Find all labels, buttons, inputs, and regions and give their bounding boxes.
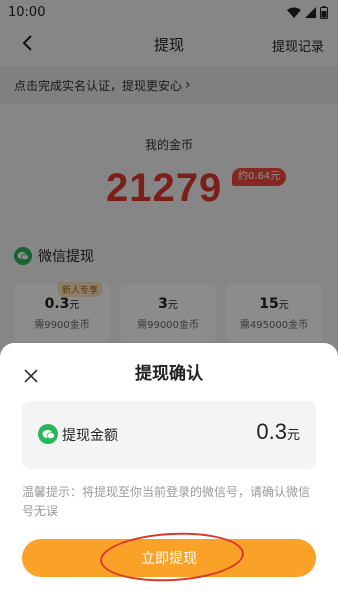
withdraw-amount-box: 提现金额 0.3元 (22, 401, 316, 469)
amount-unit: 元 (286, 427, 300, 442)
amount-value: 0.3 (256, 419, 287, 444)
warm-tip: 温馨提示：将提现至你当前登录的微信号，请确认微信号无误 (22, 485, 311, 518)
wechat-icon (38, 424, 58, 444)
amount-label: 提现金额 (62, 428, 118, 444)
dialog-title: 提现确认 (135, 364, 203, 384)
amount-value-wrap: 0.3元 (256, 419, 300, 445)
withdraw-confirm-dialog: 提现确认 提现金额 0.3元 温馨提示：将提现至你当前登录的微信号，请确认微信号… (0, 343, 338, 600)
